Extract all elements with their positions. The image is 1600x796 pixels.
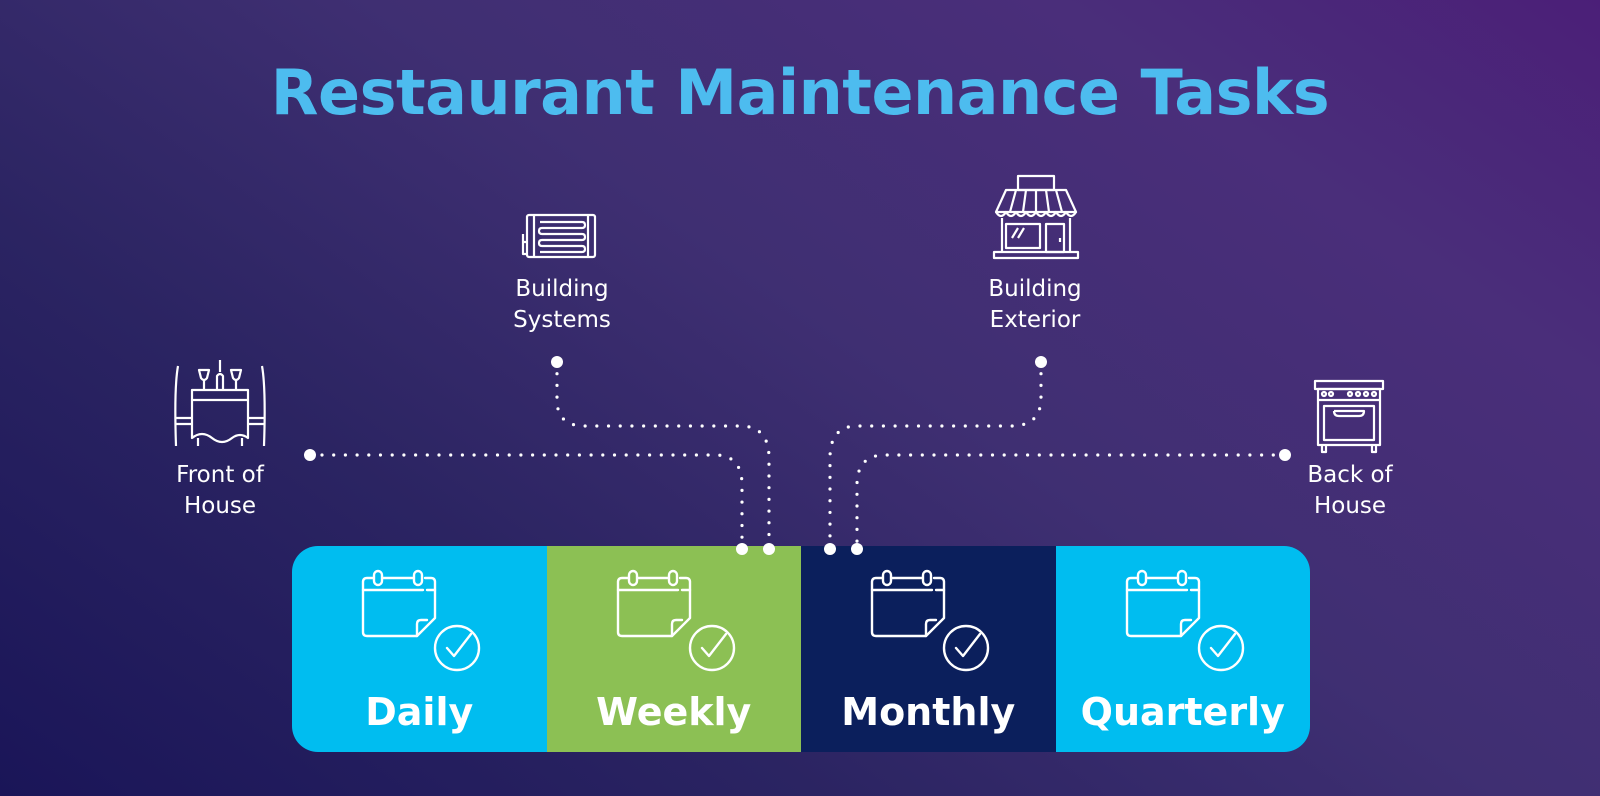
connector-building-systems	[555, 360, 771, 550]
calendar-check-icon	[362, 569, 481, 672]
frequency-quarterly[interactable]: Quarterly	[1055, 546, 1310, 752]
calendar-check-icon	[871, 569, 990, 672]
frequency-monthly[interactable]: Monthly	[801, 546, 1056, 752]
frequency-label: Quarterly	[1080, 690, 1285, 734]
category-building-exterior: Building Exterior	[988, 276, 1082, 333]
frequency-weekly[interactable]: Weekly	[546, 546, 801, 752]
frequency-label: Weekly	[596, 690, 752, 734]
endpoint-building-exterior	[1035, 356, 1047, 368]
connector-front-of-house	[320, 453, 744, 550]
storefront-icon	[992, 174, 1080, 260]
category-back-of-house: Back of House	[1307, 462, 1393, 519]
frequency-label: Daily	[365, 690, 474, 734]
calendar-check-icon	[1125, 569, 1244, 672]
calendar-check-icon	[616, 569, 735, 672]
category-front-of-house: Front of House	[176, 462, 264, 519]
stove-oven-icon	[1313, 379, 1385, 454]
category-building-systems: Building Systems	[513, 276, 611, 333]
frequency-daily[interactable]: Daily	[292, 546, 547, 752]
frequency-band: Daily Weekly Monthly Quarterly	[292, 546, 1310, 752]
endpoint-building-systems	[551, 356, 563, 368]
frequency-label: Monthly	[841, 690, 1016, 734]
radiator-icon	[521, 213, 597, 259]
endpoint-front-of-house	[304, 449, 316, 461]
connector-back-of-house	[855, 453, 1287, 550]
dining-table-icon	[174, 360, 266, 447]
